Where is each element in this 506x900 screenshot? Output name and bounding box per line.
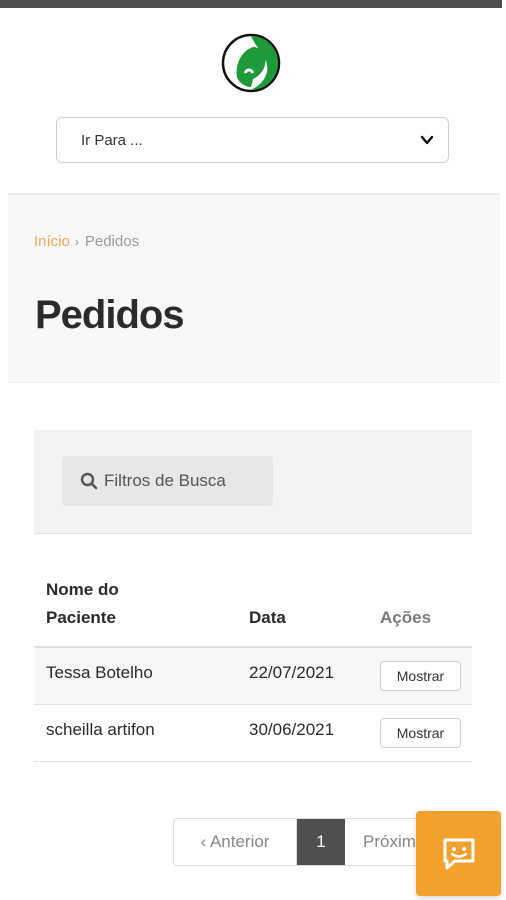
goto-select[interactable]: Ir Para ... [56,117,449,163]
column-header-patient[interactable]: Nome do Paciente [46,576,119,632]
chat-icon [443,838,474,869]
column-header-patient-line1: Nome do [46,580,119,599]
table-row: scheilla artifon 30/06/2021 Mostrar [34,705,472,762]
patient-name: scheilla artifon [46,720,155,739]
goto-select-value: Ir Para ... [81,131,143,149]
show-button[interactable]: Mostrar [380,718,461,748]
search-filters-button[interactable]: Filtros de Busca [62,456,273,506]
page-header: Início › Pedidos Pedidos [8,193,500,383]
show-button[interactable]: Mostrar [380,661,461,691]
column-header-date[interactable]: Data [249,604,286,632]
table-header: Nome do Paciente Data Ações [34,570,472,648]
orders-table: Nome do Paciente Data Ações Tessa Botelh… [34,570,472,762]
patient-name: Tessa Botelho [46,663,153,682]
current-page-button[interactable]: 1 [297,819,345,865]
order-date: 22/07/2021 [249,663,335,682]
chat-button[interactable] [416,811,501,896]
chevron-down-icon [420,133,434,147]
top-bar [0,0,502,8]
column-header-actions: Ações [380,608,432,627]
breadcrumb-home-link[interactable]: Início [34,233,70,250]
previous-page-button[interactable]: ‹ Anterior [174,819,297,865]
breadcrumb-current: Pedidos [84,233,140,250]
order-date: 30/06/2021 [249,720,335,739]
breadcrumb: Início › Pedidos [34,233,139,250]
search-filters-label: Filtros de Busca [104,471,226,490]
filters-panel: Filtros de Busca [34,430,472,534]
column-header-patient-line2: Paciente [46,608,116,627]
logo[interactable] [221,33,281,93]
breadcrumb-separator: › [74,234,79,249]
search-icon [80,472,98,490]
table-row: Tessa Botelho 22/07/2021 Mostrar [34,648,472,705]
page-title: Pedidos [35,293,185,337]
